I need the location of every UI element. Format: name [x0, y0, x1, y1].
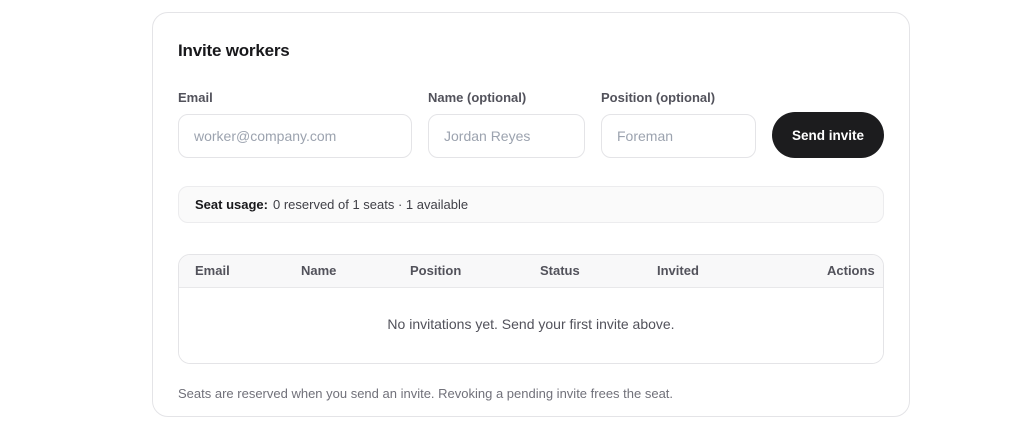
email-label: Email	[178, 90, 213, 105]
email-input[interactable]	[178, 114, 412, 158]
seat-usage-value: 0 reserved of 1 seats · 1 available	[272, 197, 469, 212]
column-header-name: Name	[301, 255, 410, 288]
seat-usage-label: Seat usage:	[195, 197, 268, 212]
email-field-group: Email	[178, 90, 412, 158]
seat-usage-banner: Seat usage: 0 reserved of 1 seats · 1 av…	[178, 186, 884, 223]
invite-workers-card: Invite workers Email Name (optional) Pos…	[152, 12, 910, 417]
position-input[interactable]	[601, 114, 756, 158]
table-header-row: Email Name Position Status Invited Actio…	[179, 255, 883, 288]
position-field-group: Position (optional)	[601, 90, 756, 158]
invite-form: Email Name (optional) Position (optional…	[178, 90, 884, 158]
column-header-status: Status	[540, 255, 657, 288]
column-header-actions: Actions	[827, 255, 883, 288]
send-invite-button[interactable]: Send invite	[772, 112, 884, 158]
invitations-table: Email Name Position Status Invited Actio…	[179, 255, 883, 363]
column-header-position: Position	[410, 255, 540, 288]
name-input[interactable]	[428, 114, 585, 158]
column-header-email: Email	[179, 255, 301, 288]
footnote: Seats are reserved when you send an invi…	[178, 385, 674, 401]
empty-state-row: No invitations yet. Send your first invi…	[179, 287, 883, 363]
empty-state-message: No invitations yet. Send your first invi…	[179, 287, 883, 363]
name-label: Name (optional)	[428, 90, 527, 105]
invitations-table-container: Email Name Position Status Invited Actio…	[178, 254, 884, 364]
position-label: Position (optional)	[601, 90, 716, 105]
column-header-invited: Invited	[657, 255, 827, 288]
page-title: Invite workers	[178, 41, 290, 60]
name-field-group: Name (optional)	[428, 90, 585, 158]
